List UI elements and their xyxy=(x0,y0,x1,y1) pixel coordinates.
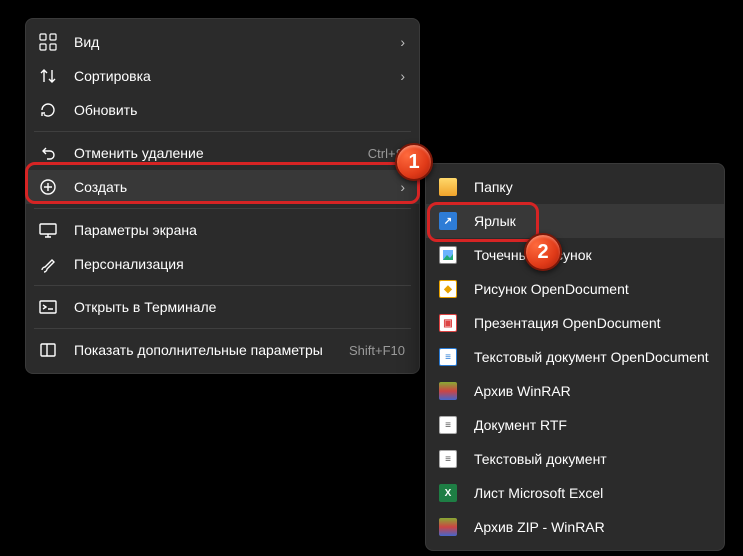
menu-label: Параметры экрана xyxy=(74,222,405,238)
menu-item-refresh[interactable]: Обновить xyxy=(26,93,419,127)
menu-label: Персонализация xyxy=(74,256,405,272)
submenu-item-shortcut[interactable]: ↗ Ярлык xyxy=(426,204,724,238)
menu-item-view[interactable]: Вид › xyxy=(26,25,419,59)
submenu-item-rar[interactable]: Архив WinRAR xyxy=(426,374,724,408)
menu-label: Архив ZIP - WinRAR xyxy=(474,519,710,535)
brush-icon xyxy=(38,254,58,274)
menu-item-sort[interactable]: Сортировка › xyxy=(26,59,419,93)
submenu-item-odg[interactable]: ◆ Рисунок OpenDocument xyxy=(426,272,724,306)
submenu-item-xlsx[interactable]: X Лист Microsoft Excel xyxy=(426,476,724,510)
menu-label: Текстовый документ xyxy=(474,451,710,467)
rtf-icon: ≡ xyxy=(438,415,458,435)
annotation-badge-2: 2 xyxy=(524,233,562,271)
more-options-icon xyxy=(38,340,58,360)
odp-icon: ▣ xyxy=(438,313,458,333)
submenu-item-folder[interactable]: Папку xyxy=(426,170,724,204)
new-submenu: Папку ↗ Ярлык Точечный рисунок ◆ Рисунок… xyxy=(425,163,725,551)
menu-separator xyxy=(34,285,411,286)
menu-label: Лист Microsoft Excel xyxy=(474,485,710,501)
menu-label: Отменить удаление xyxy=(74,145,360,161)
odg-icon: ◆ xyxy=(438,279,458,299)
annotation-badge-1: 1 xyxy=(395,143,433,181)
refresh-icon xyxy=(38,100,58,120)
desktop-context-menu: Вид › Сортировка › Обновить Отменить уда… xyxy=(25,18,420,374)
zip-icon xyxy=(438,517,458,537)
excel-icon: X xyxy=(438,483,458,503)
menu-label: Текстовый документ OpenDocument xyxy=(474,349,710,365)
chevron-right-icon: › xyxy=(400,34,405,50)
view-icon xyxy=(38,32,58,52)
menu-label: Точечный рисунок xyxy=(474,247,710,263)
sort-icon xyxy=(38,66,58,86)
menu-item-personalize[interactable]: Персонализация xyxy=(26,247,419,281)
submenu-item-zip[interactable]: Архив ZIP - WinRAR xyxy=(426,510,724,544)
menu-label: Презентация OpenDocument xyxy=(474,315,710,331)
submenu-item-odp[interactable]: ▣ Презентация OpenDocument xyxy=(426,306,724,340)
txt-icon: ≡ xyxy=(438,449,458,469)
bitmap-icon xyxy=(438,245,458,265)
menu-separator xyxy=(34,208,411,209)
submenu-item-txt[interactable]: ≡ Текстовый документ xyxy=(426,442,724,476)
menu-label: Архив WinRAR xyxy=(474,383,710,399)
badge-number: 1 xyxy=(408,151,419,174)
chevron-right-icon: › xyxy=(400,179,405,195)
submenu-item-bitmap[interactable]: Точечный рисунок xyxy=(426,238,724,272)
display-icon xyxy=(38,220,58,240)
menu-label: Документ RTF xyxy=(474,417,710,433)
menu-separator xyxy=(34,131,411,132)
plus-circle-icon xyxy=(38,177,58,197)
menu-label: Ярлык xyxy=(474,213,710,229)
menu-item-more-options[interactable]: Показать дополнительные параметры Shift+… xyxy=(26,333,419,367)
menu-label: Вид xyxy=(74,34,392,50)
menu-item-display-settings[interactable]: Параметры экрана xyxy=(26,213,419,247)
rar-icon xyxy=(438,381,458,401)
undo-icon xyxy=(38,143,58,163)
menu-label: Сортировка xyxy=(74,68,392,84)
submenu-item-rtf[interactable]: ≡ Документ RTF xyxy=(426,408,724,442)
menu-label: Создать xyxy=(74,179,392,195)
menu-label: Папку xyxy=(474,179,710,195)
menu-label: Обновить xyxy=(74,102,405,118)
menu-item-undo[interactable]: Отменить удаление Ctrl+Я xyxy=(26,136,419,170)
menu-item-terminal[interactable]: Открыть в Терминале xyxy=(26,290,419,324)
chevron-right-icon: › xyxy=(400,68,405,84)
terminal-icon xyxy=(38,297,58,317)
menu-separator xyxy=(34,328,411,329)
menu-label: Рисунок OpenDocument xyxy=(474,281,710,297)
badge-number: 2 xyxy=(537,241,548,264)
shortcut-icon: ↗ xyxy=(438,211,458,231)
menu-shortcut: Shift+F10 xyxy=(349,343,405,358)
folder-icon xyxy=(438,177,458,197)
menu-label: Показать дополнительные параметры xyxy=(74,342,341,358)
menu-item-new[interactable]: Создать › xyxy=(26,170,419,204)
menu-label: Открыть в Терминале xyxy=(74,299,405,315)
submenu-item-odt[interactable]: ≡ Текстовый документ OpenDocument xyxy=(426,340,724,374)
odt-icon: ≡ xyxy=(438,347,458,367)
